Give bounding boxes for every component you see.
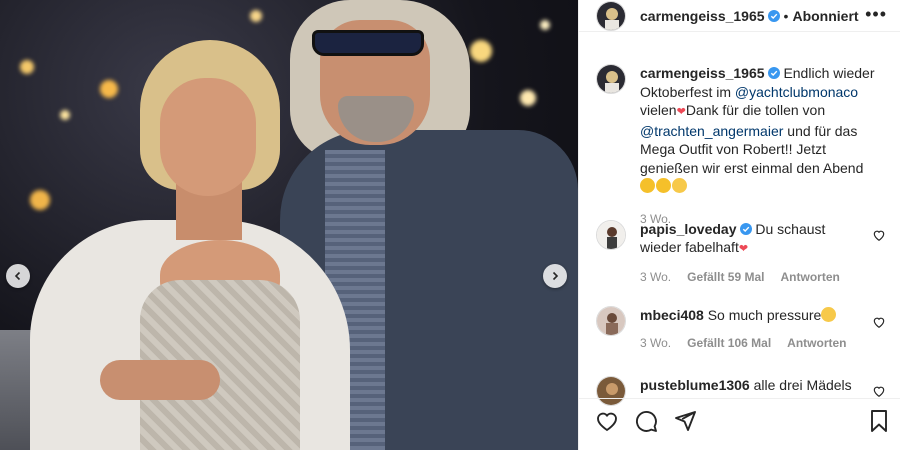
carousel-prev-button[interactable] bbox=[6, 264, 30, 288]
header-separator: • bbox=[783, 7, 789, 24]
commenter-avatar[interactable] bbox=[596, 220, 626, 250]
like-icon[interactable] bbox=[595, 409, 619, 433]
woman-face bbox=[160, 78, 256, 196]
bokeh-light bbox=[540, 20, 550, 30]
caption-username[interactable]: carmengeiss_1965 bbox=[640, 65, 765, 81]
comment-like-icon[interactable] bbox=[872, 384, 886, 398]
post-photo[interactable] bbox=[0, 0, 578, 450]
post-side-panel: carmengeiss_1965 • Abonniert ••• carmeng… bbox=[578, 0, 900, 450]
chevron-left-icon bbox=[14, 271, 21, 281]
carousel-next-button[interactable] bbox=[543, 264, 567, 288]
verified-badge-icon bbox=[767, 9, 780, 22]
caption-body: carmengeiss_1965 Endlich wieder Oktoberf… bbox=[640, 64, 880, 228]
smile-emoji-icon bbox=[821, 307, 837, 322]
mention-yachtclubmonaco[interactable]: @yachtclubmonaco bbox=[735, 84, 858, 100]
post-caption: carmengeiss_1965 Endlich wieder Oktoberf… bbox=[596, 64, 896, 228]
commenter-avatar[interactable] bbox=[596, 306, 626, 336]
heart-eyes-emoji-icon bbox=[640, 178, 655, 193]
heart-eyes-emoji-icon bbox=[656, 178, 671, 193]
reply-button[interactable]: Antworten bbox=[781, 270, 840, 284]
comment-body: mbeci408 So much pressure 3 Wo. Gefällt 1… bbox=[640, 306, 860, 352]
comment-time: 3 Wo. bbox=[640, 270, 672, 284]
caption-text-2: vielen bbox=[640, 102, 677, 118]
bokeh-light bbox=[20, 60, 34, 74]
comment-time: 3 Wo. bbox=[640, 336, 672, 350]
comment-text: alle drei Mädels bbox=[753, 377, 852, 393]
comment-meta: 3 Wo. Gefällt 59 Mal Antworten bbox=[640, 268, 860, 286]
comment-likes[interactable]: Gefällt 59 Mal bbox=[687, 270, 764, 284]
bokeh-light bbox=[470, 40, 492, 62]
man-arm bbox=[100, 360, 220, 400]
bokeh-light bbox=[250, 10, 262, 22]
caption-text-3: Dank für die tollen von bbox=[685, 102, 826, 118]
caption-avatar[interactable] bbox=[596, 64, 626, 94]
red-heart-emoji-icon: ❤ bbox=[738, 243, 749, 255]
bokeh-light bbox=[60, 110, 70, 120]
comment-username[interactable]: pusteblume1306 bbox=[640, 377, 750, 393]
bokeh-light bbox=[520, 90, 536, 106]
comment-likes[interactable]: Gefällt 106 Mal bbox=[687, 336, 771, 350]
comment-meta: 3 Wo. Gefällt 106 Mal Antworten bbox=[640, 334, 860, 352]
author-avatar[interactable] bbox=[596, 0, 626, 31]
red-heart-emoji-icon: ❤ bbox=[676, 106, 686, 118]
comment-like-icon[interactable] bbox=[872, 228, 886, 242]
verified-badge-icon bbox=[767, 67, 780, 79]
post-header: carmengeiss_1965 • Abonniert ••• bbox=[579, 0, 900, 32]
bokeh-light bbox=[100, 80, 118, 98]
chevron-right-icon bbox=[552, 271, 559, 281]
man-sunglasses bbox=[312, 30, 424, 56]
comment-body: papis_loveday Du schaust wieder fabelhaf… bbox=[640, 220, 860, 286]
comment-icon[interactable] bbox=[634, 409, 658, 433]
post-action-bar bbox=[579, 398, 900, 450]
comment-username[interactable]: mbeci408 bbox=[640, 307, 704, 323]
verified-badge-icon bbox=[739, 223, 752, 235]
follow-status-button[interactable]: Abonniert bbox=[792, 8, 858, 24]
mention-trachten-angermaier[interactable]: @trachten_angermaier bbox=[640, 123, 783, 139]
more-options-icon[interactable]: ••• bbox=[865, 4, 887, 25]
comment-item: papis_loveday Du schaust wieder fabelhaf… bbox=[596, 220, 896, 286]
comment-like-icon[interactable] bbox=[872, 315, 886, 329]
save-icon[interactable] bbox=[867, 409, 891, 433]
blushing-smile-emoji-icon bbox=[672, 178, 687, 193]
comment-text: So much pressure bbox=[707, 307, 822, 323]
author-username[interactable]: carmengeiss_1965 bbox=[640, 8, 765, 24]
bokeh-light bbox=[30, 190, 50, 210]
comment-username[interactable]: papis_loveday bbox=[640, 221, 737, 237]
share-icon[interactable] bbox=[673, 409, 697, 433]
reply-button[interactable]: Antworten bbox=[787, 336, 846, 350]
comment-item: mbeci408 So much pressure 3 Wo. Gefällt 1… bbox=[596, 306, 896, 352]
